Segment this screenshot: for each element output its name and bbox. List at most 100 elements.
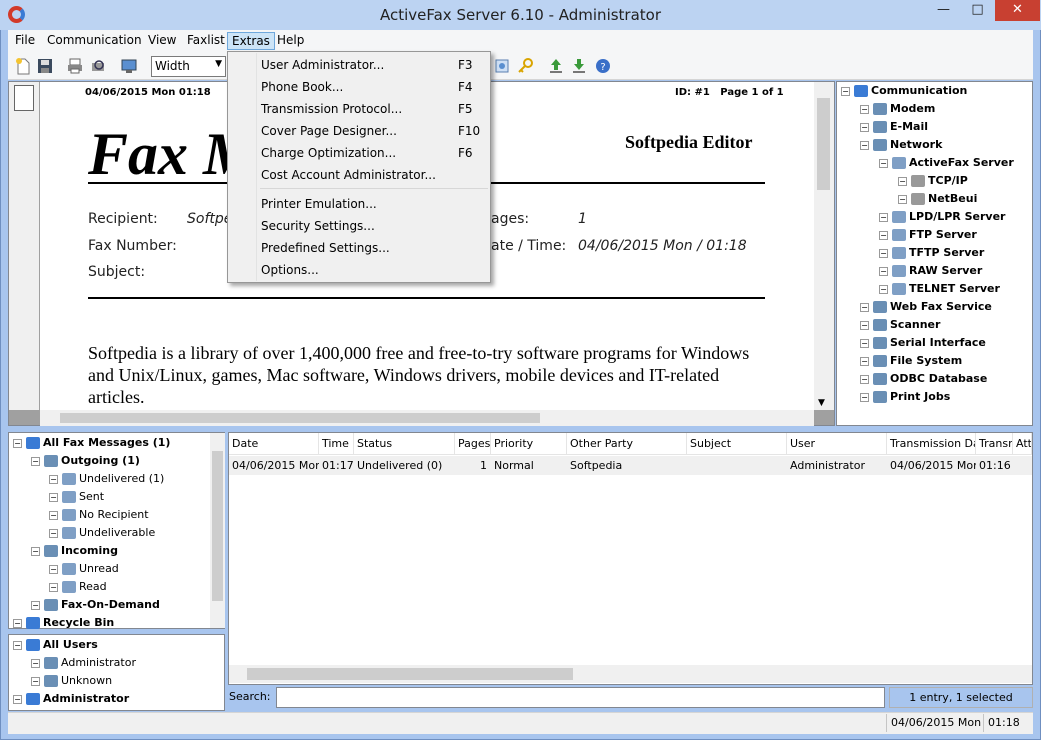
expand-toggle-icon[interactable]: − xyxy=(879,158,888,168)
new-fax-icon[interactable] xyxy=(14,57,32,75)
expand-toggle-icon[interactable]: − xyxy=(879,230,888,240)
expand-toggle-icon[interactable]: − xyxy=(49,510,58,520)
column-header-transmission-date[interactable]: Transmission Date xyxy=(887,433,976,455)
expand-toggle-icon[interactable]: − xyxy=(898,176,907,186)
expand-toggle-icon[interactable]: − xyxy=(860,320,869,330)
zoom-select[interactable]: Width ▼ xyxy=(151,56,226,77)
menu-extras[interactable]: Extras xyxy=(227,32,275,50)
tree-item-sent[interactable]: − Sent xyxy=(49,488,104,506)
expand-toggle-icon[interactable]: − xyxy=(860,392,869,402)
tree-item-unread[interactable]: − Unread xyxy=(49,560,119,578)
tree-item-modem[interactable]: − Modem xyxy=(860,100,935,118)
menu-file[interactable]: File xyxy=(11,32,39,50)
tree-item-all-fax-messages-1[interactable]: − All Fax Messages (1) xyxy=(13,434,170,452)
search-input[interactable] xyxy=(276,687,885,708)
tree-item-undelivered-1[interactable]: − Undelivered (1) xyxy=(49,470,164,488)
tree-item-file-system[interactable]: − File System xyxy=(860,352,962,370)
expand-toggle-icon[interactable]: − xyxy=(860,140,869,150)
expand-toggle-icon[interactable]: − xyxy=(49,564,58,574)
tree-item-tcp-ip[interactable]: − TCP/IP xyxy=(898,172,968,190)
column-header-other-party[interactable]: Other Party xyxy=(567,433,687,455)
tree-item-telnet-server[interactable]: − TELNET Server xyxy=(879,280,1000,298)
tree-item-administrator[interactable]: − Administrator xyxy=(31,654,136,672)
expand-toggle-icon[interactable]: − xyxy=(31,658,40,668)
expand-toggle-icon[interactable]: − xyxy=(13,618,22,628)
preview-vertical-scroll-thumb[interactable] xyxy=(817,98,830,190)
tree-item-serial-interface[interactable]: − Serial Interface xyxy=(860,334,986,352)
expand-toggle-icon[interactable]: − xyxy=(879,248,888,258)
column-header-transm[interactable]: Transm xyxy=(976,433,1013,455)
page-thumbnail[interactable] xyxy=(14,85,34,111)
tree-item-print-jobs[interactable]: − Print Jobs xyxy=(860,388,950,406)
column-header-subject[interactable]: Subject xyxy=(687,433,787,455)
tree-item-communication[interactable]: − Communication xyxy=(841,82,967,100)
menu-help[interactable]: Help xyxy=(273,32,308,50)
expand-toggle-icon[interactable]: − xyxy=(13,640,22,650)
tree-item-scanner[interactable]: − Scanner xyxy=(860,316,940,334)
tree-item-undeliverable[interactable]: − Undeliverable xyxy=(49,524,155,542)
tree-item-tftp-server[interactable]: − TFTP Server xyxy=(879,244,984,262)
column-header-priority[interactable]: Priority xyxy=(491,433,567,455)
menu-view[interactable]: View xyxy=(144,32,180,50)
save-icon[interactable] xyxy=(36,57,54,75)
column-header-att[interactable]: Att xyxy=(1013,433,1032,455)
print-preview-icon[interactable] xyxy=(89,57,107,75)
tree-item-unknown[interactable]: − Unknown xyxy=(31,672,112,690)
menu-communication[interactable]: Communication xyxy=(43,32,146,50)
maximize-button[interactable]: □ xyxy=(961,0,994,21)
chevron-down-icon[interactable]: ▼ xyxy=(818,398,825,408)
close-button[interactable]: ✕ xyxy=(995,0,1040,21)
expand-toggle-icon[interactable]: − xyxy=(31,600,40,610)
expand-toggle-icon[interactable]: − xyxy=(879,284,888,294)
menu-item-options[interactable]: Options... xyxy=(261,259,481,281)
folders-scroll-thumb[interactable] xyxy=(212,451,223,601)
column-header-date[interactable]: Date xyxy=(229,433,319,455)
tree-item-recycle-bin[interactable]: − Recycle Bin xyxy=(13,614,114,632)
expand-toggle-icon[interactable]: − xyxy=(49,492,58,502)
expand-toggle-icon[interactable]: − xyxy=(13,694,22,704)
tree-item-incoming[interactable]: − Incoming xyxy=(31,542,118,560)
download-icon[interactable] xyxy=(570,57,588,75)
menu-item-printer-emulation[interactable]: Printer Emulation... xyxy=(261,193,481,215)
menu-item-user-administrator[interactable]: User Administrator... F3 xyxy=(261,54,481,76)
menu-item-phone-book[interactable]: Phone Book... F4 xyxy=(261,76,481,98)
tree-item-odbc-database[interactable]: − ODBC Database xyxy=(860,370,987,388)
menu-item-security-settings[interactable]: Security Settings... xyxy=(261,215,481,237)
monitor-icon[interactable] xyxy=(120,57,138,75)
menu-item-predefined-settings[interactable]: Predefined Settings... xyxy=(261,237,481,259)
expand-toggle-icon[interactable]: − xyxy=(860,122,869,132)
scan-icon[interactable] xyxy=(493,57,511,75)
tree-item-lpd-lpr-server[interactable]: − LPD/LPR Server xyxy=(879,208,1005,226)
expand-toggle-icon[interactable]: − xyxy=(31,676,40,686)
tree-item-e-mail[interactable]: − E-Mail xyxy=(860,118,928,136)
preview-horizontal-scroll-thumb[interactable] xyxy=(60,413,540,423)
menu-item-charge-optimization[interactable]: Charge Optimization... F6 xyxy=(261,142,481,164)
expand-toggle-icon[interactable]: − xyxy=(860,374,869,384)
expand-toggle-icon[interactable]: − xyxy=(879,266,888,276)
expand-toggle-icon[interactable]: − xyxy=(860,338,869,348)
column-header-pages[interactable]: Pages xyxy=(455,433,491,455)
tree-item-ftp-server[interactable]: − FTP Server xyxy=(879,226,977,244)
menu-item-cost-account-administrator[interactable]: Cost Account Administrator... xyxy=(261,164,481,186)
expand-toggle-icon[interactable]: − xyxy=(860,356,869,366)
expand-toggle-icon[interactable]: − xyxy=(49,528,58,538)
tree-item-outgoing-1[interactable]: − Outgoing (1) xyxy=(31,452,140,470)
expand-toggle-icon[interactable]: − xyxy=(841,86,850,96)
column-header-time[interactable]: Time xyxy=(319,433,354,455)
tree-item-read[interactable]: − Read xyxy=(49,578,107,596)
help-icon[interactable]: ? xyxy=(594,57,612,75)
tree-item-network[interactable]: − Network xyxy=(860,136,942,154)
tree-item-raw-server[interactable]: − RAW Server xyxy=(879,262,982,280)
expand-toggle-icon[interactable]: − xyxy=(31,546,40,556)
expand-toggle-icon[interactable]: − xyxy=(860,104,869,114)
list-horizontal-scroll-thumb[interactable] xyxy=(247,668,573,680)
menu-item-cover-page-designer[interactable]: Cover Page Designer... F10 xyxy=(261,120,481,142)
tree-item-administrator[interactable]: − Administrator xyxy=(13,690,129,708)
tree-item-web-fax-service[interactable]: − Web Fax Service xyxy=(860,298,992,316)
key-icon[interactable] xyxy=(516,57,534,75)
column-header-status[interactable]: Status xyxy=(354,433,455,455)
expand-toggle-icon[interactable]: − xyxy=(49,582,58,592)
expand-toggle-icon[interactable]: − xyxy=(898,194,907,204)
tree-item-netbeui[interactable]: − NetBeui xyxy=(898,190,977,208)
expand-toggle-icon[interactable]: − xyxy=(860,302,869,312)
